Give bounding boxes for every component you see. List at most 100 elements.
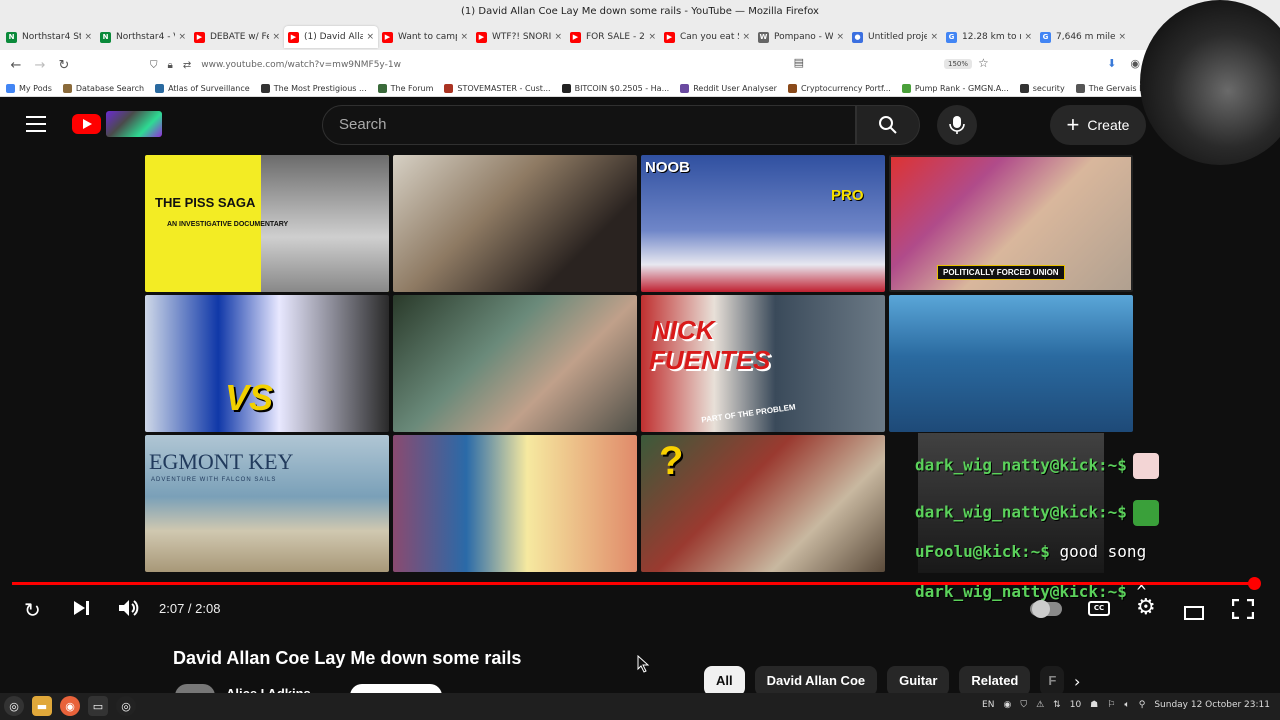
- browser-tab[interactable]: ▶ FOR SALE - 20 ×: [566, 26, 660, 48]
- volume-icon[interactable]: [118, 598, 140, 622]
- video-thumbnail[interactable]: VS: [145, 295, 389, 432]
- scrubber-handle[interactable]: [1248, 577, 1262, 590]
- bookmark-item[interactable]: My Pods: [6, 83, 52, 93]
- browser-tab[interactable]: ▶ Can you eat Sa×: [660, 26, 754, 48]
- search-button[interactable]: [856, 105, 920, 145]
- app-menu-icon[interactable]: ◎: [4, 696, 24, 716]
- filter-chip[interactable]: F: [1040, 666, 1065, 696]
- browser-tab[interactable]: G 7,646 m miles ×: [1036, 26, 1130, 48]
- video-thumbnail[interactable]: POLITICALLY FORCED UNION: [889, 155, 1133, 292]
- bookmark-item[interactable]: Pump Rank - GMGN.A...: [901, 83, 1009, 93]
- tray-icon[interactable]: ⚲: [1139, 700, 1146, 710]
- files-icon[interactable]: ▬: [32, 696, 52, 716]
- firefox-icon[interactable]: ◉: [60, 696, 80, 716]
- next-video-icon[interactable]: [72, 598, 90, 622]
- browser-tab[interactable]: ▶ Want to camp ×: [378, 26, 472, 48]
- settings-gear-icon[interactable]: ⚙: [1136, 595, 1156, 620]
- plus-icon: +: [1066, 112, 1080, 137]
- close-icon[interactable]: ×: [836, 32, 844, 42]
- account-icon[interactable]: ◉: [1130, 57, 1140, 70]
- keyboard-layout[interactable]: EN: [982, 700, 994, 710]
- bookmark-item[interactable]: The Forum: [377, 83, 433, 93]
- reader-icon[interactable]: ▤: [794, 56, 804, 69]
- theater-mode-icon[interactable]: [1184, 601, 1204, 625]
- fullscreen-icon[interactable]: [1231, 598, 1255, 624]
- filter-chip[interactable]: Guitar: [887, 666, 950, 696]
- tray-icon[interactable]: ☗: [1090, 700, 1098, 710]
- tray-icon[interactable]: ⚐: [1107, 700, 1115, 710]
- browser-tab[interactable]: G 12.28 km to m×: [942, 26, 1036, 48]
- create-button[interactable]: + Create: [1050, 105, 1146, 145]
- video-thumbnail[interactable]: [889, 295, 1133, 432]
- close-icon[interactable]: ×: [742, 32, 750, 42]
- forward-icon[interactable]: →: [28, 58, 52, 73]
- zoom-level[interactable]: 150%: [944, 59, 973, 69]
- bookmark-star-icon[interactable]: ☆: [978, 56, 989, 70]
- chevron-right-icon[interactable]: ›: [1074, 672, 1080, 691]
- permissions-icon[interactable]: ⇄: [183, 60, 191, 71]
- terminal-icon[interactable]: ▭: [88, 696, 108, 716]
- shield-icon[interactable]: ⛉: [150, 60, 158, 71]
- bookmark-item[interactable]: BITCOIN $0.2505 - Ha...: [561, 83, 669, 93]
- captions-button[interactable]: CC: [1088, 601, 1110, 616]
- tray-icon[interactable]: ◉: [1003, 700, 1011, 710]
- filter-chip[interactable]: All: [704, 666, 745, 696]
- video-thumbnail[interactable]: ?: [641, 435, 885, 572]
- lock-icon[interactable]: 🔒︎: [168, 60, 173, 71]
- notification-badge[interactable]: 10: [1070, 700, 1081, 710]
- filter-chip[interactable]: David Allan Coe: [754, 666, 878, 696]
- video-thumbnail[interactable]: NOOB PRO: [641, 155, 885, 292]
- url-text[interactable]: www.youtube.com/watch?v=mw9NMF5y-1w: [201, 60, 401, 70]
- url-bar[interactable]: ⛉ 🔒︎ ⇄ www.youtube.com/watch?v=mw9NMF5y-…: [150, 54, 1000, 76]
- bookmark-item[interactable]: Reddit User Analyser: [680, 83, 777, 93]
- browser-tab[interactable]: ● Untitled proje ×: [848, 26, 942, 48]
- download-icon[interactable]: ⬇: [1107, 57, 1116, 70]
- bell-icon[interactable]: ⚠: [1036, 700, 1044, 710]
- browser-tab[interactable]: N Northstar4 - V ×: [96, 26, 190, 48]
- bookmark-item[interactable]: STOVEMASTER - Cust...: [444, 83, 551, 93]
- bookmark-item[interactable]: Atlas of Surveillance: [155, 83, 250, 93]
- bookmark-item[interactable]: The Gervais P: [1075, 83, 1144, 93]
- browser-tab[interactable]: W Pompano - Wi ×: [754, 26, 848, 48]
- browser-tab[interactable]: ▶ (1) David Allan×: [284, 26, 378, 48]
- close-icon[interactable]: ×: [178, 32, 186, 42]
- video-thumbnail[interactable]: [393, 155, 637, 292]
- close-icon[interactable]: ×: [272, 32, 280, 42]
- close-icon[interactable]: ×: [460, 32, 468, 42]
- browser-tab[interactable]: N Northstar4 St ×: [2, 26, 96, 48]
- autoplay-toggle[interactable]: [1030, 600, 1062, 618]
- close-icon[interactable]: ×: [1024, 32, 1032, 42]
- obs-icon[interactable]: ◎: [116, 696, 136, 716]
- bookmark-item[interactable]: Database Search: [62, 83, 144, 93]
- video-thumbnail[interactable]: [393, 295, 637, 432]
- close-icon[interactable]: ×: [366, 32, 374, 42]
- close-icon[interactable]: ×: [930, 32, 938, 42]
- progress-bar[interactable]: [12, 577, 1262, 590]
- close-icon[interactable]: ×: [1118, 32, 1126, 42]
- reload-icon[interactable]: ↻: [52, 58, 76, 73]
- video-thumbnail[interactable]: EGMONT KEY ADVENTURE WITH FALCON SAILS: [145, 435, 389, 572]
- volume-icon[interactable]: 🔈︎: [1124, 700, 1129, 710]
- menu-icon[interactable]: [26, 116, 46, 132]
- bookmark-item[interactable]: security: [1019, 83, 1065, 93]
- browser-tab[interactable]: ▶ DEBATE w/ Fe ×: [190, 26, 284, 48]
- browser-tab[interactable]: ▶ WTF?! SNORII ×: [472, 26, 566, 48]
- shield-icon[interactable]: ⛉: [1020, 700, 1027, 710]
- close-icon[interactable]: ×: [84, 32, 92, 42]
- bookmark-item[interactable]: The Most Prestigious ...: [260, 83, 367, 93]
- search-input[interactable]: Search: [322, 105, 856, 145]
- clock[interactable]: Sunday 12 October 23:11: [1154, 700, 1270, 710]
- logo-doodle[interactable]: [106, 111, 162, 137]
- youtube-logo[interactable]: [72, 114, 101, 134]
- replay-icon[interactable]: ↻: [24, 598, 41, 622]
- close-icon[interactable]: ×: [554, 32, 562, 42]
- video-thumbnail[interactable]: [393, 435, 637, 572]
- close-icon[interactable]: ×: [648, 32, 656, 42]
- network-icon[interactable]: ⇅: [1053, 700, 1061, 710]
- video-thumbnail[interactable]: NICK FUENTES PART OF THE PROBLEM: [641, 295, 885, 432]
- video-thumbnail[interactable]: THE PISS SAGA AN INVESTIGATIVE DOCUMENTA…: [145, 155, 389, 292]
- voice-search-button[interactable]: [937, 105, 977, 145]
- filter-chip[interactable]: Related: [959, 666, 1031, 696]
- bookmark-item[interactable]: Cryptocurrency Portf...: [787, 83, 891, 93]
- back-icon[interactable]: ←: [4, 58, 28, 73]
